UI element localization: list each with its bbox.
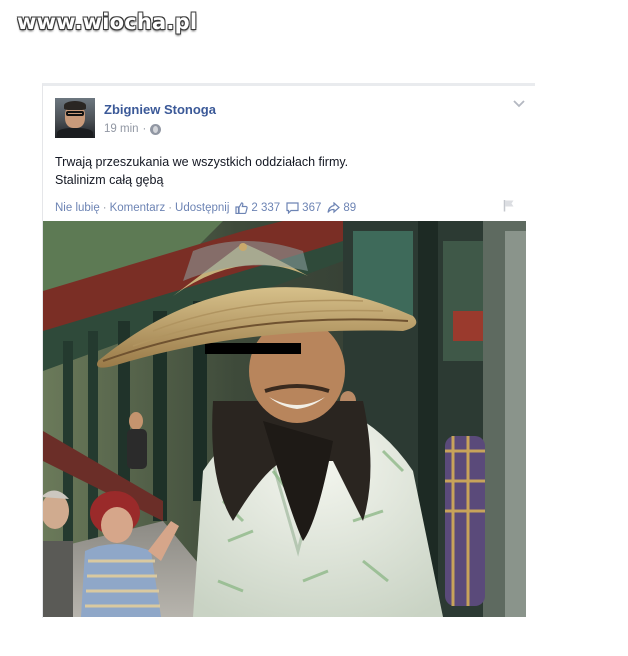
shares-count[interactable]: 89 (327, 202, 356, 214)
share-link[interactable]: Udostępnij (175, 202, 229, 214)
meta-separator: · (142, 123, 147, 135)
unlike-link[interactable]: Nie lubię (55, 202, 100, 214)
site-watermark: www.wiocha.pl (17, 10, 198, 34)
chevron-down-icon[interactable] (513, 100, 525, 108)
comment-icon (286, 202, 299, 214)
post-photo[interactable] (43, 221, 526, 617)
action-separator: · (168, 202, 173, 214)
flag-icon[interactable] (503, 199, 515, 212)
post-actions: Nie lubię · Komentarz · Udostępnij 2 337… (55, 200, 525, 216)
post-text-line: Trwają przeszukania we wszystkich oddzia… (55, 155, 349, 169)
likes-value: 2 337 (251, 202, 281, 214)
post-meta: 19 min · (104, 123, 162, 135)
post-timestamp[interactable]: 19 min (104, 123, 139, 135)
likes-count[interactable]: 2 337 (235, 202, 280, 214)
facebook-post: Zbigniew Stonoga 19 min · Trwają przeszu… (42, 83, 535, 618)
comments-count[interactable]: 367 (286, 202, 321, 214)
thumbs-up-icon (235, 202, 249, 214)
post-text-line: Stalinizm całą gębą (55, 173, 164, 187)
share-arrow-icon (327, 202, 341, 214)
post-text: Trwają przeszukania we wszystkich oddzia… (55, 153, 515, 189)
comment-link[interactable]: Komentarz (110, 202, 166, 214)
action-separator: · (102, 202, 107, 214)
globe-icon[interactable] (150, 123, 162, 135)
photo-scene (43, 221, 526, 617)
shares-value: 89 (343, 202, 357, 214)
author-avatar[interactable] (55, 98, 95, 138)
comments-value: 367 (302, 202, 322, 214)
author-name[interactable]: Zbigniew Stonoga (104, 102, 216, 117)
